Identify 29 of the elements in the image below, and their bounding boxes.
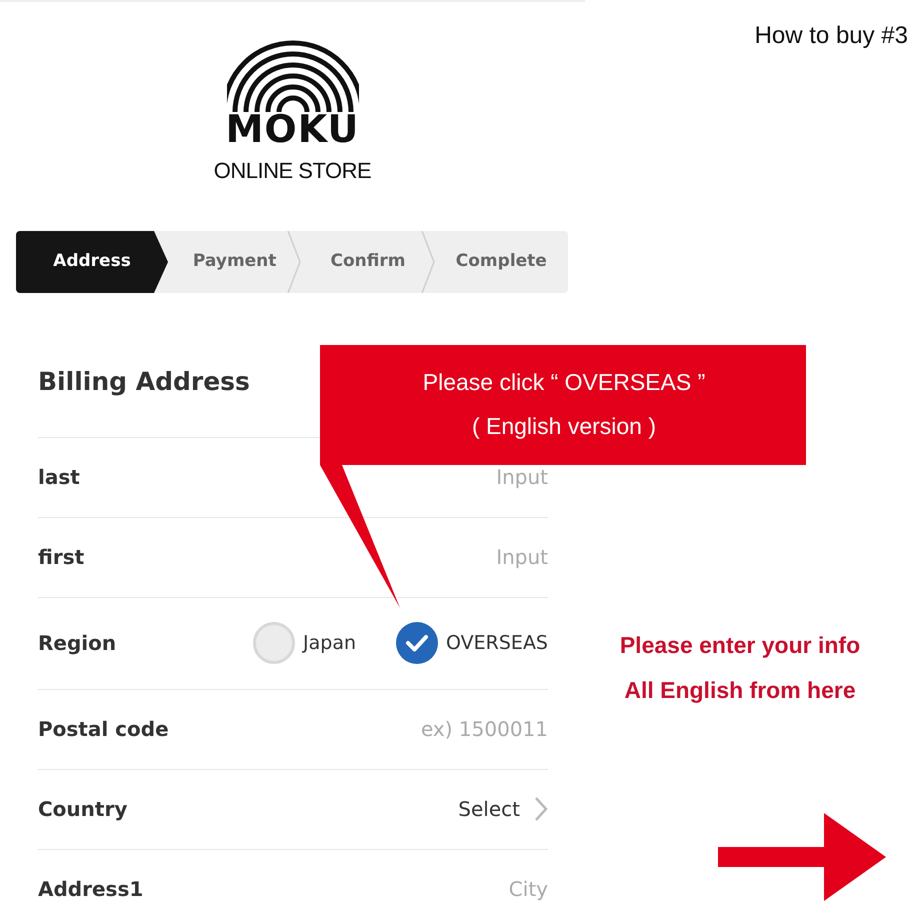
page-heading: How to buy #3 xyxy=(754,21,908,51)
step-tab[interactable]: Payment xyxy=(168,231,302,293)
chevron-divider-icon xyxy=(287,231,302,293)
arrow-right-icon xyxy=(718,813,886,901)
input-field[interactable]: City xyxy=(288,874,548,904)
field-label: Region xyxy=(38,630,116,657)
field-label: Country xyxy=(38,796,128,823)
input-field[interactable]: ex) 1500011 xyxy=(288,714,548,744)
callout-text: ( English version ) xyxy=(470,412,658,441)
field-label: first xyxy=(38,544,84,571)
callout-text: Please click “ OVERSEAS ” xyxy=(422,368,706,397)
chevron-divider-icon xyxy=(420,231,435,293)
step-tab[interactable]: Complete xyxy=(434,231,568,293)
select-control[interactable]: Select xyxy=(458,794,548,824)
step-tab[interactable]: Address xyxy=(16,231,168,293)
annotation-text: Please enter your info xyxy=(618,631,862,660)
section-title: Billing Address xyxy=(38,366,250,398)
logo-wordmark: MOKU xyxy=(226,110,360,148)
radio-option[interactable]: OVERSEAS xyxy=(396,622,548,664)
input-field[interactable]: Input xyxy=(288,542,548,572)
field-label: last xyxy=(38,464,80,491)
input-field[interactable]: Input xyxy=(288,462,548,492)
logo-subtitle: ONLINE STORE xyxy=(214,157,372,185)
field-label: Postal code xyxy=(38,716,169,743)
field-label: Address1 xyxy=(38,876,144,903)
annotation-text: All English from here xyxy=(623,676,857,705)
radio-option[interactable]: Japan xyxy=(253,622,356,664)
chevron-right-icon xyxy=(534,796,548,822)
step-tab[interactable]: Confirm xyxy=(301,231,435,293)
